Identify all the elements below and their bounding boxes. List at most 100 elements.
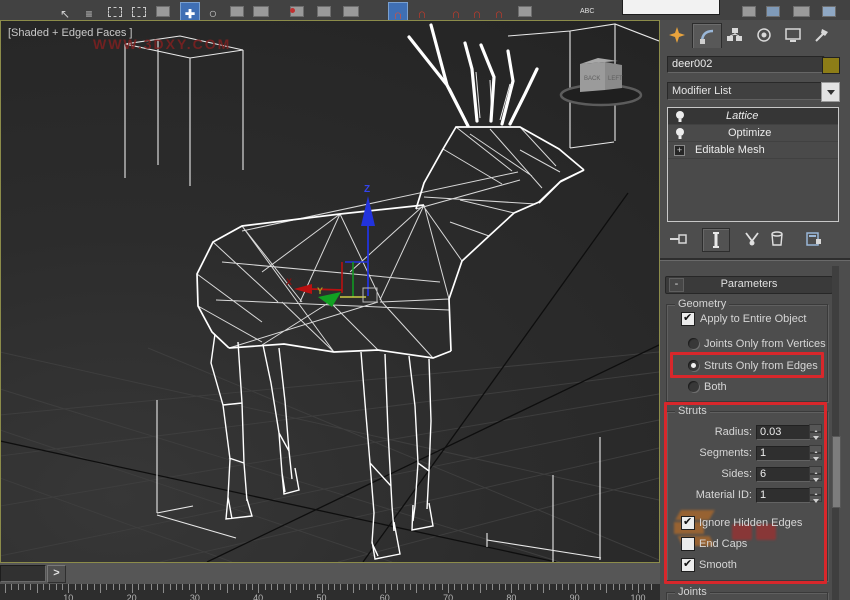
object-name-field[interactable]: deer002 xyxy=(667,56,825,73)
frame-tick xyxy=(486,584,487,590)
select-object-icon[interactable]: ↖ xyxy=(56,2,74,20)
snap-toggle-25d-button[interactable]: ∩ xyxy=(388,2,408,21)
mirror-icon[interactable] xyxy=(740,2,758,20)
select-and-scale-button[interactable] xyxy=(228,2,246,20)
frame-tick xyxy=(600,584,601,590)
frame-tick xyxy=(56,584,57,590)
frame-tick xyxy=(397,584,398,590)
frame-tick xyxy=(239,584,240,590)
panel-scrollbar-thumb[interactable] xyxy=(832,436,841,508)
panel-scrollbar[interactable] xyxy=(832,266,839,600)
frame-tick xyxy=(68,584,69,593)
frame-tick xyxy=(568,584,569,590)
frame-tick xyxy=(492,584,493,590)
rect-selection-region-icon[interactable] xyxy=(106,2,124,20)
named-selection-sets-field[interactable] xyxy=(622,0,720,15)
use-pivot-center-icon[interactable] xyxy=(288,2,306,20)
reference-coordinate-dropdown[interactable] xyxy=(252,2,270,20)
frame-tick xyxy=(220,584,221,590)
frame-tick xyxy=(309,584,310,590)
frame-tick xyxy=(176,584,177,590)
remove-modifier-button[interactable] xyxy=(764,228,790,250)
create-selection-set-icon[interactable]: ABC xyxy=(580,8,594,15)
frame-tick xyxy=(562,584,563,590)
both-radio[interactable] xyxy=(688,381,699,392)
stack-item-optimize[interactable]: Optimize xyxy=(668,125,838,142)
frame-tick xyxy=(125,584,126,590)
frame-tick xyxy=(100,584,101,593)
frame-tick xyxy=(385,584,386,593)
select-and-rotate-button[interactable]: ○ xyxy=(204,2,222,20)
window-crossing-icon[interactable] xyxy=(154,2,172,20)
select-and-move-button[interactable]: ✚ xyxy=(180,2,200,21)
tab-motion[interactable] xyxy=(750,23,778,47)
frame-tick xyxy=(473,584,474,590)
display-icon xyxy=(785,27,801,43)
tab-display[interactable] xyxy=(779,23,807,47)
snap-toggle-3d-icon[interactable]: ∩ xyxy=(413,2,431,20)
selection-filter-icon[interactable] xyxy=(130,2,148,20)
frame-tick xyxy=(505,584,506,590)
modifier-list-dropdown-arrow[interactable] xyxy=(821,82,840,102)
command-panel: deer002 Modifier List Lattice Optimize +… xyxy=(660,20,850,600)
hierarchy-icon xyxy=(727,27,743,43)
frame-tick xyxy=(277,584,278,590)
spinner-snap-toggle-icon[interactable]: ∩ xyxy=(490,2,508,20)
curve-editor-icon[interactable] xyxy=(820,2,838,20)
keyboard-shortcut-toggle-icon[interactable] xyxy=(342,2,360,20)
configure-modifier-sets-button[interactable] xyxy=(801,228,827,250)
frame-tick xyxy=(378,584,379,590)
make-unique-button[interactable] xyxy=(739,228,765,250)
select-by-name-icon[interactable]: ≡ xyxy=(80,2,98,20)
joints-only-vertices-radio[interactable] xyxy=(688,338,699,349)
angle-snap-toggle-icon[interactable]: ∩ xyxy=(447,2,465,20)
gizmo-z-label: Z xyxy=(364,184,370,195)
frame-tick xyxy=(442,584,443,590)
frame-tick xyxy=(461,584,462,590)
frame-tick xyxy=(265,584,266,590)
show-end-result-button[interactable] xyxy=(702,228,730,252)
tab-create[interactable] xyxy=(663,23,691,47)
expand-plus-icon[interactable]: + xyxy=(674,145,685,156)
frame-tick xyxy=(587,584,588,590)
time-slider-ruler[interactable]: 102030405060708090100 xyxy=(0,584,660,600)
frame-number-label: 80 xyxy=(506,593,516,600)
modifier-list-dropdown[interactable]: Modifier List xyxy=(667,82,830,100)
frame-tick xyxy=(106,584,107,590)
frame-tick xyxy=(30,584,31,590)
percent-snap-toggle-icon[interactable]: ∩ xyxy=(468,2,486,20)
frame-tick xyxy=(480,584,481,593)
frame-tick xyxy=(151,584,152,590)
frame-tick xyxy=(5,584,6,593)
tab-hierarchy[interactable] xyxy=(721,23,749,47)
frame-tick xyxy=(296,584,297,590)
frame-tick xyxy=(543,584,544,593)
modifier-on-bulb-icon[interactable] xyxy=(674,127,688,140)
tab-modify[interactable] xyxy=(692,23,722,48)
tab-utilities[interactable] xyxy=(808,23,836,47)
edit-named-selection-icon[interactable] xyxy=(516,2,534,20)
frame-tick xyxy=(549,584,550,590)
layer-manager-icon[interactable] xyxy=(792,2,810,20)
apply-entire-object-checkbox[interactable] xyxy=(681,312,695,326)
object-color-swatch[interactable] xyxy=(822,57,840,74)
dummy-helper-object[interactable]: BACK LEFT xyxy=(561,58,641,105)
frame-tick xyxy=(416,584,417,593)
stack-item-lattice[interactable]: Lattice xyxy=(668,108,838,125)
mini-listener-expand-button[interactable]: > xyxy=(47,565,66,583)
panel-divider xyxy=(660,258,850,261)
modifier-on-bulb-icon[interactable] xyxy=(674,110,688,123)
gizmo-x-arrow[interactable] xyxy=(294,284,312,294)
site-watermark: WWW.3DXY.COM xyxy=(93,36,231,52)
align-icon[interactable] xyxy=(764,2,782,20)
select-manipulate-icon[interactable] xyxy=(315,2,333,20)
frame-tick xyxy=(62,584,63,590)
stack-item-editable-mesh[interactable]: + Editable Mesh xyxy=(668,142,838,159)
perspective-viewport[interactable]: BACK LEFT xyxy=(0,20,660,563)
move-gizmo[interactable]: Z X Y xyxy=(286,184,377,307)
pin-stack-button[interactable] xyxy=(666,228,692,250)
parameters-rollout-header[interactable]: - Parameters xyxy=(665,276,833,294)
maxscript-mini-listener[interactable] xyxy=(0,565,46,582)
frame-tick xyxy=(258,584,259,593)
frame-tick xyxy=(372,584,373,590)
